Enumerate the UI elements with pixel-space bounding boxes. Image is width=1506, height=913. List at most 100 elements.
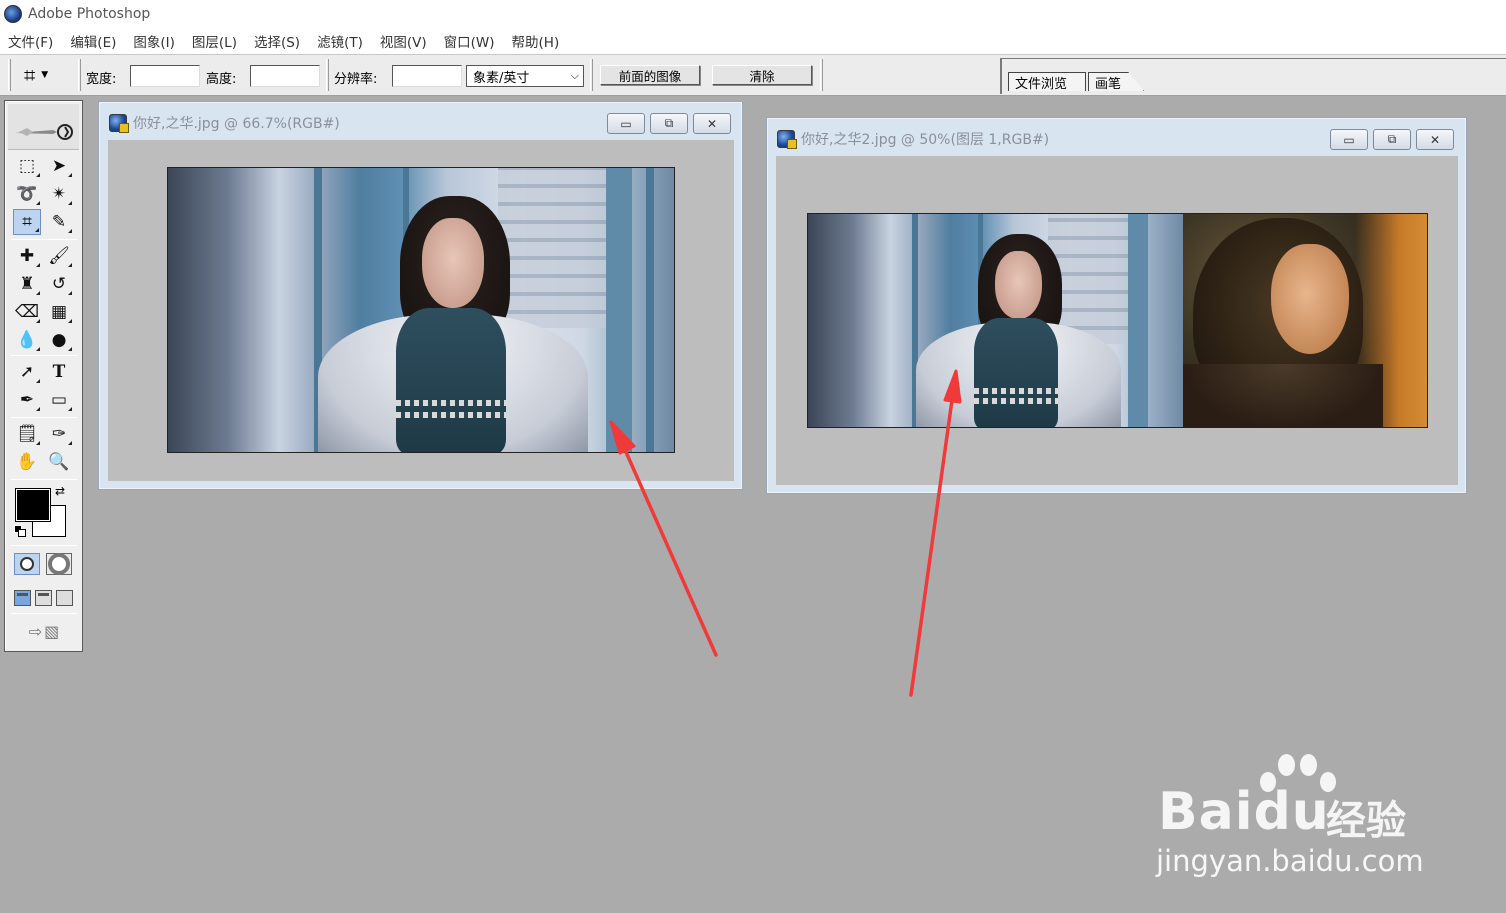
- close-button[interactable]: ✕: [693, 113, 731, 134]
- palette-well: 文件浏览 画笔: [1000, 58, 1506, 94]
- document-title-bar[interactable]: 你好,之华.jpg @ 66.7%(RGB#): [109, 112, 340, 134]
- lasso-icon[interactable]: ➰: [13, 181, 41, 207]
- standard-mode-icon: [20, 557, 34, 571]
- options-separator: [820, 59, 823, 91]
- caret-down-icon: ▼: [41, 70, 49, 80]
- rectangle-shape-icon[interactable]: ▭: [45, 387, 73, 413]
- quick-mask-mode-button[interactable]: [46, 553, 72, 575]
- photoshop-document-icon: [777, 130, 797, 149]
- crop-icon[interactable]: ⌗: [13, 209, 41, 235]
- healing-brush-icon[interactable]: ✚: [13, 243, 41, 269]
- swap-colors-icon[interactable]: ⇄: [55, 484, 65, 498]
- resolution-label: 分辨率:: [334, 72, 378, 87]
- minimize-button[interactable]: ▭: [607, 113, 645, 134]
- menu-edit[interactable]: 编辑(E): [70, 31, 116, 51]
- layer-girl-portrait: [1183, 214, 1427, 427]
- move-icon[interactable]: ➤: [45, 153, 73, 179]
- eyedropper-icon[interactable]: ✑: [45, 421, 73, 447]
- zoom-icon[interactable]: 🔍: [45, 449, 73, 475]
- document-title-bar[interactable]: 你好,之华2.jpg @ 50%(图层 1,RGB#): [777, 128, 1049, 150]
- toolbox-divider: [11, 545, 77, 546]
- magic-wand-icon[interactable]: ✴: [45, 181, 73, 207]
- history-brush-icon[interactable]: ↺: [45, 271, 73, 297]
- resolution-unit-select[interactable]: 象素/英寸 ⌵: [466, 65, 584, 87]
- full-screen-mode-button[interactable]: [56, 590, 73, 606]
- toolbox-divider: [11, 239, 77, 240]
- watermark-brand: Baidu: [1158, 782, 1330, 842]
- jump-to-imageready-icon[interactable]: ⇨▧: [17, 619, 73, 643]
- maximize-button[interactable]: ⧉: [650, 113, 688, 134]
- menu-layer[interactable]: 图层(L): [192, 31, 237, 51]
- height-label: 高度:: [206, 72, 237, 87]
- photoshop-document-icon: [109, 114, 129, 133]
- person-figure: [318, 196, 588, 452]
- crop-icon: ⌗: [24, 63, 36, 87]
- pen-icon[interactable]: ✒: [13, 387, 41, 413]
- resolution-unit-value: 象素/英寸: [473, 70, 530, 86]
- title-bar: Adobe Photoshop: [0, 0, 1506, 28]
- app-title: Adobe Photoshop: [28, 6, 151, 22]
- menu-window[interactable]: 窗口(W): [444, 31, 495, 51]
- eraser-icon[interactable]: ⌫: [13, 299, 41, 325]
- watermark-product: 经验: [1326, 798, 1406, 844]
- slice-icon[interactable]: ✎: [45, 209, 73, 235]
- layer-girl-by-window: [808, 214, 1183, 427]
- dodge-icon[interactable]: ●: [45, 327, 73, 353]
- toolbox-header[interactable]: [8, 104, 79, 150]
- clear-button[interactable]: 清除: [712, 65, 812, 85]
- resolution-input[interactable]: [392, 65, 462, 87]
- tab-brushes[interactable]: 画笔: [1088, 72, 1144, 91]
- tab-file-browser[interactable]: 文件浏览: [1008, 72, 1086, 92]
- standard-mode-button[interactable]: [14, 553, 40, 575]
- path-selection-icon[interactable]: ➚: [13, 359, 41, 385]
- hand-icon[interactable]: ✋: [13, 449, 41, 475]
- blur-icon[interactable]: 💧: [13, 327, 41, 353]
- menu-help[interactable]: 帮助(H): [512, 31, 560, 51]
- menu-bar: 文件(F) 编辑(E) 图象(I) 图层(L) 选择(S) 滤镜(T) 视图(V…: [0, 28, 1506, 54]
- document-canvas-area[interactable]: [776, 156, 1458, 485]
- photo-combined-layers: [807, 213, 1428, 428]
- minimize-button[interactable]: ▭: [1330, 129, 1368, 150]
- menu-file[interactable]: 文件(F): [8, 31, 53, 51]
- toolbox-divider: [11, 479, 77, 480]
- document-title: 你好,之华.jpg @ 66.7%(RGB#): [133, 116, 340, 132]
- default-colors-icon[interactable]: [14, 525, 26, 537]
- brush-icon[interactable]: 🖌: [45, 243, 73, 269]
- full-screen-menu-mode-button[interactable]: [35, 590, 52, 606]
- toolbox-divider: [11, 355, 77, 356]
- front-image-button[interactable]: 前面的图像: [600, 65, 700, 85]
- chevron-down-icon: ⌵: [570, 69, 579, 82]
- baidu-jingyan-watermark: Baidu 经验 jingyan.baidu.com: [1150, 748, 1440, 888]
- clone-stamp-icon[interactable]: ♜: [13, 271, 41, 297]
- menu-filter[interactable]: 滤镜(T): [317, 31, 363, 51]
- notes-icon[interactable]: 🗒: [13, 421, 41, 447]
- toolbox-divider: [11, 613, 77, 614]
- standard-screen-mode-button[interactable]: [14, 590, 31, 606]
- rectangular-marquee-icon[interactable]: ⬚: [13, 153, 41, 179]
- quick-mask-icon: [52, 557, 66, 571]
- close-button[interactable]: ✕: [1416, 129, 1454, 150]
- toolbox-divider: [11, 417, 77, 418]
- tool-preset-picker[interactable]: ⌗ ▼: [24, 62, 70, 88]
- photoshop-eye-icon: [4, 5, 22, 23]
- document-window-2[interactable]: 你好,之华2.jpg @ 50%(图层 1,RGB#) ▭ ⧉ ✕: [766, 117, 1467, 494]
- foreground-color-swatch[interactable]: [15, 488, 51, 522]
- gradient-icon[interactable]: ▦: [45, 299, 73, 325]
- width-input[interactable]: [130, 65, 200, 87]
- photo-girl-by-window: [167, 167, 675, 453]
- options-separator: [78, 59, 81, 91]
- menu-view[interactable]: 视图(V): [380, 31, 427, 51]
- toolbox: ⬚ ➤ ➰ ✴ ⌗ ✎ ✚ 🖌 ♜ ↺ ⌫ ▦ 💧 ● ➚ T ✒ ▭ 🗒 ✑ …: [4, 100, 83, 652]
- menu-image[interactable]: 图象(I): [133, 31, 175, 51]
- maximize-button[interactable]: ⧉: [1373, 129, 1411, 150]
- document-window-1[interactable]: 你好,之华.jpg @ 66.7%(RGB#) ▭ ⧉ ✕: [98, 101, 743, 490]
- document-title: 你好,之华2.jpg @ 50%(图层 1,RGB#): [801, 132, 1050, 148]
- document-canvas-area[interactable]: [108, 140, 734, 481]
- options-bar-grip[interactable]: [8, 59, 11, 91]
- options-separator: [326, 59, 329, 91]
- adobe-online-feather-icon[interactable]: [13, 124, 75, 140]
- type-icon[interactable]: T: [45, 359, 73, 385]
- width-label: 宽度:: [86, 72, 117, 87]
- height-input[interactable]: [250, 65, 320, 87]
- menu-select[interactable]: 选择(S): [254, 31, 300, 51]
